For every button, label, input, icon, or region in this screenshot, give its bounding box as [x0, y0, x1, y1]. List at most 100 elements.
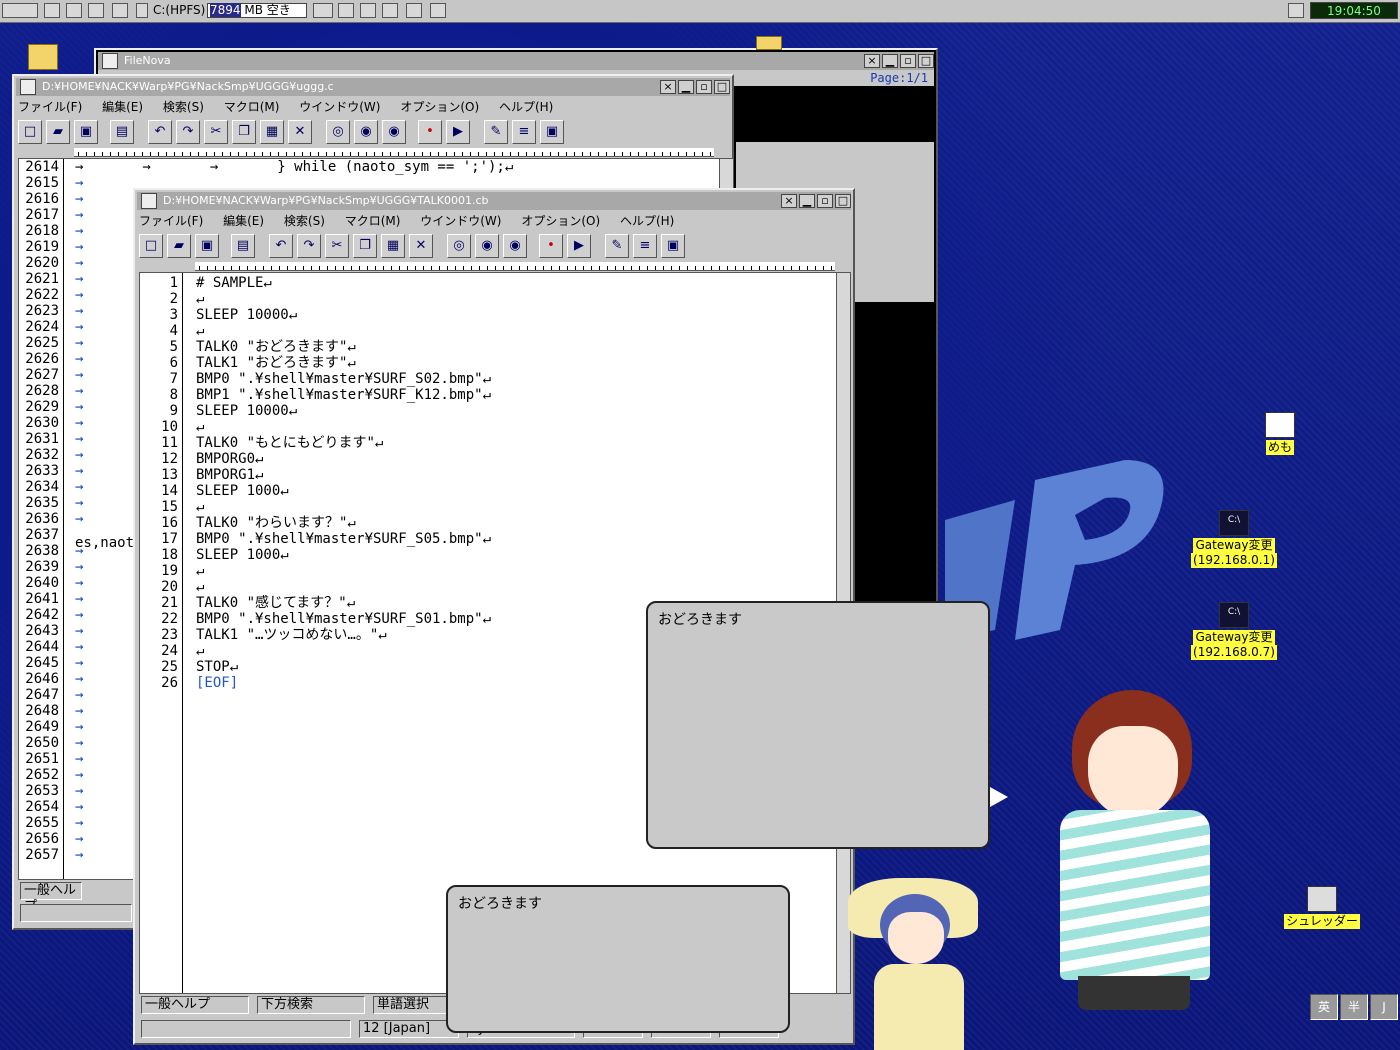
speech-balloon-lower[interactable]: おどろきます	[446, 885, 808, 1033]
folder-icon[interactable]	[360, 3, 376, 18]
archive-icon[interactable]	[430, 3, 446, 18]
minimize-icon[interactable]: ▁	[799, 194, 815, 208]
menu-window[interactable]: ウインドウ(W)	[299, 100, 380, 114]
filenova-app-icon[interactable]	[102, 53, 118, 69]
find-next-icon[interactable]: ◉	[503, 234, 527, 258]
ime-mode-halfwidth[interactable]: 半	[1340, 994, 1368, 1020]
speech-balloon-upper[interactable]: おどろきます	[646, 601, 1008, 849]
talk-titlebar[interactable]: D:¥HOME¥NACK¥Warp¥PG¥NackSmp¥UGGG¥TALK00…	[137, 192, 851, 210]
save-icon[interactable]: ▣	[74, 120, 98, 144]
editor-app-icon[interactable]	[20, 79, 36, 95]
list-icon[interactable]: ≡	[633, 234, 657, 258]
editor-icon[interactable]	[382, 3, 398, 18]
lock-icon[interactable]	[66, 3, 82, 18]
drives-icon[interactable]	[338, 3, 354, 18]
menu-edit[interactable]: 編集(E)	[223, 214, 264, 228]
maximize-icon[interactable]: □	[835, 194, 851, 208]
screen-icon[interactable]: ▣	[540, 120, 564, 144]
menu-edit[interactable]: 編集(E)	[102, 100, 143, 114]
find-icon[interactable]: ◎	[326, 120, 350, 144]
menu-help[interactable]: ヘルプ(H)	[620, 214, 674, 228]
tools-icon[interactable]: ✎	[484, 120, 508, 144]
tools-icon[interactable]: ✎	[605, 234, 629, 258]
restore-icon[interactable]: ▫	[900, 54, 916, 68]
editor-app-icon[interactable]	[141, 193, 157, 209]
new-file-icon[interactable]: □	[139, 234, 163, 258]
save-icon[interactable]: ▣	[195, 234, 219, 258]
copy-icon[interactable]: ❐	[353, 234, 377, 258]
ime-mode-japan[interactable]: J	[1370, 994, 1398, 1020]
minimize-icon[interactable]: ▁	[882, 54, 898, 68]
restore-icon[interactable]: ▫	[696, 80, 712, 94]
find-icon[interactable]	[88, 3, 104, 18]
shredder-icon[interactable]: シュレッダー	[1276, 886, 1368, 929]
gateway-2-label-line1: Gateway変更	[1193, 630, 1275, 645]
filenova-titlebar[interactable]: FileNova × ▁ ▫ □	[98, 52, 934, 70]
open-folder-icon[interactable]: ▰	[46, 120, 70, 144]
maximize-icon[interactable]: □	[714, 80, 730, 94]
window-list-icon[interactable]	[44, 3, 60, 18]
close-icon[interactable]: ×	[864, 54, 880, 68]
ime-mode-english[interactable]: 英	[1310, 994, 1338, 1020]
menu-macro[interactable]: マクロ(M)	[224, 100, 280, 114]
paste-icon[interactable]: ▦	[260, 120, 284, 144]
menu-macro[interactable]: マクロ(M)	[345, 214, 401, 228]
delete-icon[interactable]: ✕	[409, 234, 433, 258]
menu-option[interactable]: オプション(O)	[400, 100, 479, 114]
record-macro-icon[interactable]: •	[539, 234, 563, 258]
talk-status-search-down[interactable]: 下方検索	[257, 996, 365, 1014]
find-prev-icon[interactable]: ◉	[354, 120, 378, 144]
screen-icon[interactable]: ▣	[661, 234, 685, 258]
menu-search[interactable]: 検索(S)	[163, 100, 204, 114]
undo-icon[interactable]: ↶	[148, 120, 172, 144]
play-macro-icon[interactable]: ▶	[446, 120, 470, 144]
character-girl[interactable]	[1030, 684, 1230, 1050]
info-icon[interactable]	[1288, 3, 1304, 18]
cut-icon[interactable]: ✂	[325, 234, 349, 258]
menu-file[interactable]: ファイル(F)	[18, 100, 82, 114]
uggg-vscrollbar[interactable]	[719, 159, 733, 189]
print-icon[interactable]: ▤	[110, 120, 134, 144]
uggg-status-help[interactable]: 一般ヘルプ	[20, 882, 82, 914]
os2-warp-icon[interactable]	[2, 3, 38, 18]
redo-icon[interactable]: ↷	[176, 120, 200, 144]
character-cat-girl[interactable]	[848, 872, 988, 1050]
maximize-icon[interactable]: □	[918, 54, 934, 68]
cut-icon[interactable]: ✂	[204, 120, 228, 144]
drive-icon[interactable]	[136, 3, 148, 18]
gateway-change-1-icon[interactable]: C:\ Gateway変更 (192.168.0.1)	[1188, 510, 1280, 568]
close-icon[interactable]: ×	[781, 194, 797, 208]
menu-option[interactable]: オプション(O)	[521, 214, 600, 228]
keyboard-icon[interactable]	[313, 3, 333, 18]
open-folder-icon[interactable]: ▰	[167, 234, 191, 258]
minimize-icon[interactable]: ▁	[678, 80, 694, 94]
list-icon[interactable]: ≡	[512, 120, 536, 144]
new-file-icon[interactable]: □	[18, 120, 42, 144]
restore-icon[interactable]: ▫	[817, 194, 833, 208]
find-prev-icon[interactable]: ◉	[475, 234, 499, 258]
shutdown-icon[interactable]	[406, 3, 422, 18]
copy-icon[interactable]: ❐	[232, 120, 256, 144]
find-next-icon[interactable]: ◉	[382, 120, 406, 144]
gateway-change-2-icon[interactable]: C:\ Gateway変更 (192.168.0.7)	[1188, 602, 1280, 660]
talk-line-number: 13	[161, 467, 178, 483]
menu-search[interactable]: 検索(S)	[284, 214, 325, 228]
menu-help[interactable]: ヘルプ(H)	[499, 100, 553, 114]
menu-window[interactable]: ウインドウ(W)	[420, 214, 501, 228]
redo-icon[interactable]: ↷	[297, 234, 321, 258]
delete-icon[interactable]: ✕	[288, 120, 312, 144]
folder-icon[interactable]	[756, 36, 782, 50]
talk-status-help[interactable]: 一般ヘルプ	[141, 996, 249, 1014]
menu-file[interactable]: ファイル(F)	[139, 214, 203, 228]
record-macro-icon[interactable]: •	[418, 120, 442, 144]
paste-icon[interactable]: ▦	[381, 234, 405, 258]
undo-icon[interactable]: ↶	[269, 234, 293, 258]
close-icon[interactable]: ×	[660, 80, 676, 94]
folder-icon[interactable]	[28, 44, 58, 70]
uggg-titlebar[interactable]: D:¥HOME¥NACK¥Warp¥PG¥NackSmp¥UGGG¥uggg.c…	[16, 78, 730, 96]
memo-icon[interactable]: めも	[1258, 412, 1302, 455]
system-setup-icon[interactable]	[112, 3, 128, 18]
play-macro-icon[interactable]: ▶	[567, 234, 591, 258]
print-icon[interactable]: ▤	[231, 234, 255, 258]
find-icon[interactable]: ◎	[447, 234, 471, 258]
